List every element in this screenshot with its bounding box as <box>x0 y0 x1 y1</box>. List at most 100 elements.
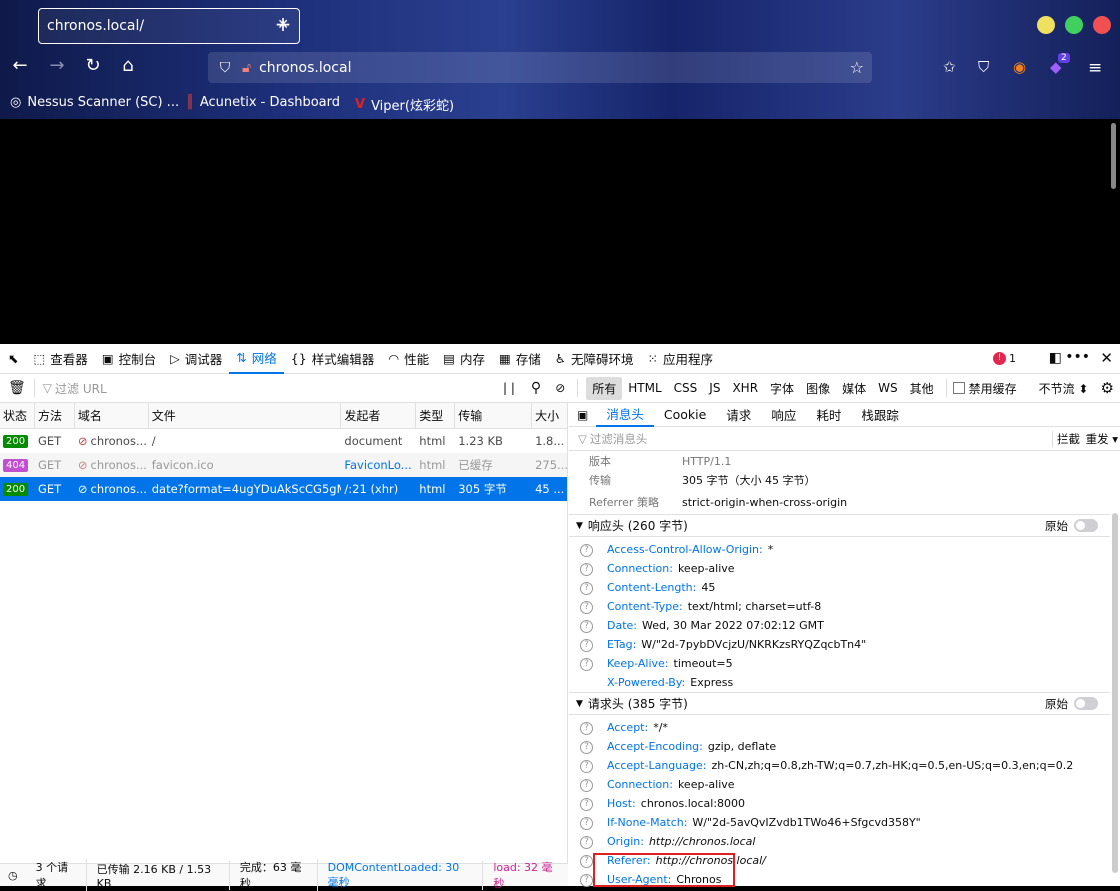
raw-toggle[interactable] <box>1074 519 1098 532</box>
help-icon[interactable]: ? <box>580 836 593 849</box>
new-tab-icon[interactable]: + <box>273 12 293 36</box>
col-domain[interactable]: 域名 <box>75 402 149 429</box>
tab-debugger[interactable]: ▷ 调试器 <box>163 344 229 374</box>
reload-icon[interactable]: ↻ <box>81 55 105 76</box>
details-scrollbar[interactable] <box>1112 513 1118 873</box>
header-row[interactable]: X-Powered-By: Express <box>607 676 733 689</box>
col-transfer[interactable]: 传输 <box>455 402 533 429</box>
url-text[interactable]: chronos.local <box>259 60 351 76</box>
extension-icon[interactable]: ◉ <box>1013 58 1026 76</box>
disable-cache-checkbox[interactable] <box>952 382 965 394</box>
filter-font[interactable]: 字体 <box>764 377 800 400</box>
header-row[interactable]: Connection: keep-alive <box>607 562 735 575</box>
menu-icon[interactable]: ≡ <box>1088 58 1102 78</box>
tab-network[interactable]: ⇅ 网络 <box>229 344 284 374</box>
header-row[interactable]: Host: chronos.local:8000 <box>607 797 745 810</box>
pause-icon[interactable]: | | <box>503 381 515 395</box>
header-row[interactable]: Accept-Language: zh-CN,zh;q=0.8,zh-TW;q=0… <box>607 759 1073 772</box>
header-row[interactable]: Content-Length: 45 <box>607 581 715 594</box>
header-row[interactable]: If-None-Match: W/"2d-5avQvIZvdb1TWo46+Sfg… <box>607 816 921 829</box>
raw-toggle[interactable] <box>1074 697 1098 710</box>
tab-inspector[interactable]: ⬚ 查看器 <box>26 344 94 374</box>
bookmark-acunetix[interactable]: ║ Acunetix - Dashboard <box>186 95 340 110</box>
help-icon[interactable]: ? <box>580 658 593 671</box>
filter-other[interactable]: 其他 <box>904 377 940 400</box>
header-row[interactable]: Date: Wed, 30 Mar 2022 07:02:12 GMT <box>607 619 824 632</box>
bookmark-nessus[interactable]: ◎ Nessus Scanner (SC) ... <box>10 95 179 110</box>
col-size[interactable]: 大小 <box>532 403 567 429</box>
table-row-selected[interactable]: 200 GET ⊘ chronos... date?format=4ugYDuAk… <box>0 477 567 501</box>
block-button[interactable]: 拦截 <box>1052 430 1080 447</box>
search-icon[interactable]: ⚲ <box>531 380 541 396</box>
block-icon[interactable]: ⊘ <box>555 381 565 395</box>
tab-style-editor[interactable]: {} 样式编辑器 <box>284 344 381 374</box>
filter-headers-input[interactable]: 过滤消息头 <box>590 431 648 447</box>
tab-headers[interactable]: 消息头 <box>596 403 654 427</box>
filter-css[interactable]: CSS <box>668 378 704 398</box>
close-devtools-icon[interactable]: ✕ <box>1100 349 1113 367</box>
tab-storage[interactable]: ▦ 存储 <box>492 344 548 374</box>
trash-icon[interactable]: 🗑︎ <box>8 380 26 396</box>
more-icon[interactable]: ••• <box>1065 349 1090 365</box>
browser-tab[interactable]: chronos.local/ ✕ <box>38 8 300 44</box>
header-row[interactable]: Accept-Encoding: gzip, deflate <box>607 740 776 753</box>
maximize-button[interactable] <box>1065 16 1083 34</box>
filter-ws[interactable]: WS <box>872 378 903 398</box>
tab-response[interactable]: 响应 <box>761 403 806 427</box>
header-row[interactable]: ETag: W/"2d-7pybDVcjzU/NKRKzsRYQZqcbTn4" <box>607 638 866 651</box>
help-icon[interactable]: ? <box>580 874 593 887</box>
request-initiator[interactable]: FaviconLo... <box>341 453 416 477</box>
help-icon[interactable]: ? <box>580 798 593 811</box>
bookmark-star-icon[interactable]: ☆ <box>850 58 864 77</box>
filter-all[interactable]: 所有 <box>586 376 623 400</box>
error-indicator[interactable]: ! 1 <box>993 352 1016 365</box>
sidebar-toggle-icon[interactable]: ▣ <box>569 408 596 422</box>
col-file[interactable]: 文件 <box>149 402 342 429</box>
request-headers-section[interactable]: ▼ 请求头 (385 字节) 原始 <box>569 692 1110 715</box>
col-type[interactable]: 类型 <box>416 402 456 429</box>
help-icon[interactable]: ? <box>580 544 593 557</box>
tab-console[interactable]: ▣ 控制台 <box>95 344 163 374</box>
response-headers-section[interactable]: ▼ 响应头 (260 字节) 原始 <box>569 514 1110 537</box>
col-status[interactable]: 状态 <box>0 402 35 429</box>
help-icon[interactable]: ? <box>580 722 593 735</box>
table-row[interactable]: 200 GET ⊘ chronos... / document html 1.23… <box>0 429 567 453</box>
url-bar[interactable]: ⛉ 🔓︎ chronos.local ☆ <box>208 52 872 83</box>
header-row[interactable]: Access-Control-Allow-Origin: * <box>607 543 773 556</box>
gear-icon[interactable]: ⚙ <box>1100 379 1113 397</box>
back-icon[interactable]: ← <box>8 55 32 76</box>
tab-timings[interactable]: 耗时 <box>806 403 851 427</box>
close-window-button[interactable] <box>1093 16 1111 34</box>
tab-stack-trace[interactable]: 栈跟踪 <box>851 403 909 427</box>
header-row[interactable]: Connection: keep-alive <box>607 778 735 791</box>
tab-application[interactable]: ⁙ 应用程序 <box>641 344 721 374</box>
shield-icon[interactable]: ⛉ <box>216 60 234 76</box>
help-icon[interactable]: ? <box>580 779 593 792</box>
tab-request[interactable]: 请求 <box>716 403 761 427</box>
header-row[interactable]: Origin: http://chronos.local <box>607 835 755 848</box>
filter-xhr[interactable]: XHR <box>726 378 764 398</box>
filter-url-input[interactable]: 过滤 URL <box>55 380 495 397</box>
col-method[interactable]: 方法 <box>35 402 75 429</box>
header-row[interactable]: Keep-Alive: timeout=5 <box>607 657 733 670</box>
pocket-icon[interactable]: ✩ <box>943 58 956 76</box>
forward-icon[interactable]: → <box>45 55 69 76</box>
lock-icon[interactable]: 🔓︎ <box>242 60 251 76</box>
header-row[interactable]: Content-Type: text/html; charset=utf-8 <box>607 600 821 613</box>
dock-icon[interactable]: ◧ <box>1049 350 1062 366</box>
filter-media[interactable]: 媒体 <box>836 377 872 400</box>
bookmark-viper[interactable]: V Viper(炫彩蛇) <box>355 95 454 114</box>
tab-memory[interactable]: ▤ 内存 <box>436 344 492 374</box>
resend-button[interactable]: 重发 ▾ <box>1086 431 1118 447</box>
filter-js[interactable]: JS <box>703 378 726 398</box>
help-icon[interactable]: ? <box>580 760 593 773</box>
minimize-button[interactable] <box>1037 16 1055 34</box>
tab-performance[interactable]: ◠ 性能 <box>381 344 436 374</box>
help-icon[interactable]: ? <box>580 601 593 614</box>
help-icon[interactable]: ? <box>580 855 593 868</box>
tab-cookies[interactable]: Cookie <box>654 403 716 427</box>
picker-icon[interactable]: ⬉ <box>0 344 26 374</box>
filter-image[interactable]: 图像 <box>800 377 836 400</box>
throttle-select[interactable]: 不节流 ⬍ <box>1039 380 1089 397</box>
help-icon[interactable]: ? <box>580 582 593 595</box>
